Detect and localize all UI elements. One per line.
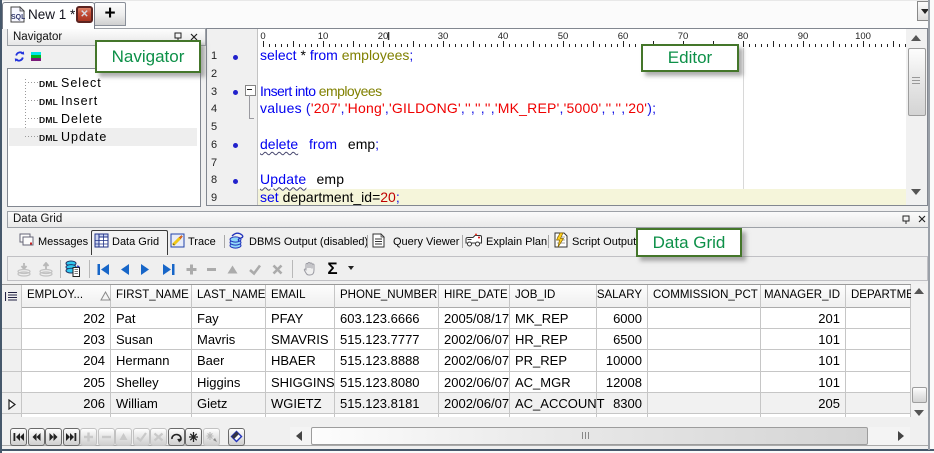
svg-text:0: 0 <box>260 31 265 42</box>
svg-text:60: 60 <box>618 31 629 42</box>
svg-text:80: 80 <box>738 31 749 42</box>
svg-text:10: 10 <box>318 31 329 42</box>
svg-text:100: 100 <box>855 31 871 42</box>
svg-text:50: 50 <box>558 31 569 42</box>
svg-text:SQL: SQL <box>11 14 25 21</box>
svg-text:20: 20 <box>378 31 389 42</box>
svg-text:90: 90 <box>798 31 809 42</box>
svg-text:70: 70 <box>678 31 689 42</box>
svg-text:30: 30 <box>438 31 449 42</box>
svg-text:40: 40 <box>498 31 509 42</box>
